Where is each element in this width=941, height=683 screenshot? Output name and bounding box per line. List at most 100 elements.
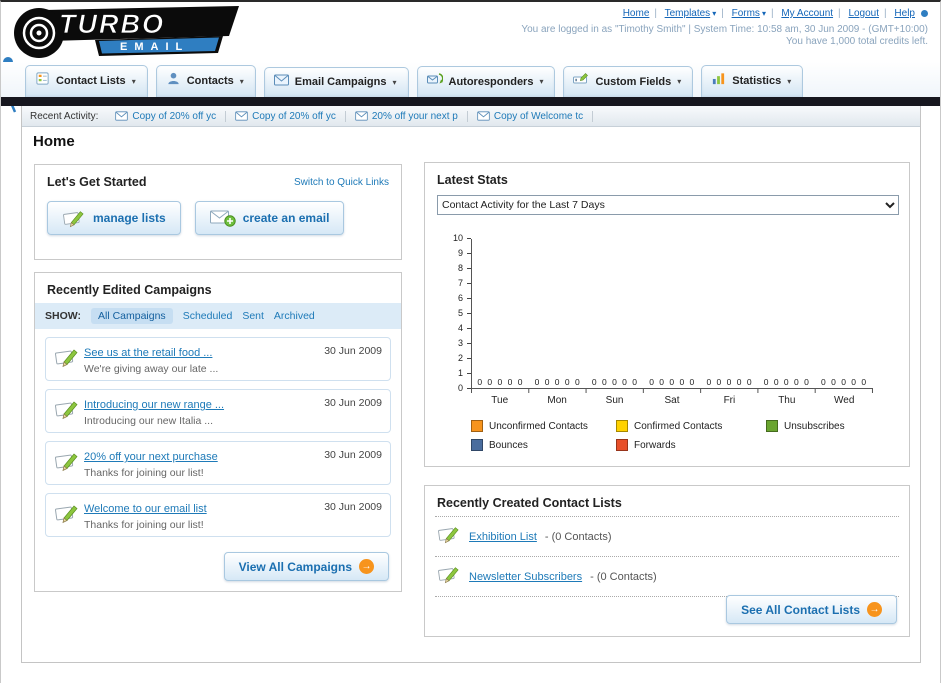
top-link-logout[interactable]: Logout (848, 8, 879, 19)
chart-bar-group: 0 0 0 0 0 (758, 377, 815, 389)
legend-swatch (471, 420, 483, 432)
dropdown-arrow-icon: ▾ (392, 77, 397, 87)
y-axis-tick-label: 10 (452, 233, 463, 243)
legend-swatch (616, 420, 628, 432)
contact-list-row: Newsletter Subscribers - (0 Contacts) (425, 557, 909, 596)
bar-value-labels: 0 0 0 0 0 (477, 376, 524, 387)
bar-value-labels: 0 0 0 0 0 (706, 376, 754, 387)
dropdown-arrow-icon: ▾ (677, 77, 682, 86)
filter-all-campaigns[interactable]: All Campaigns (90, 308, 173, 324)
latest-stats-panel: Latest Stats Contact Activity for the La… (424, 162, 910, 467)
tab-email-campaigns[interactable]: Email Campaigns ▾ (263, 67, 409, 97)
svg-text:EMAIL: EMAIL (120, 41, 189, 53)
campaign-date: 30 Jun 2009 (324, 449, 382, 461)
campaign-title-link[interactable]: See us at the retail food ... (84, 347, 212, 359)
nav-divider-bar (1, 97, 940, 106)
contact-list-count: - (0 Contacts) (544, 530, 612, 543)
campaign-filter-bar: SHOW: All Campaigns Scheduled Sent Archi… (35, 303, 401, 329)
tab-label: Statistics (732, 75, 782, 87)
tab-contact-lists[interactable]: Contact Lists ▾ (25, 65, 148, 97)
x-axis-tick-label: Sun (605, 395, 624, 406)
filter-sent[interactable]: Sent (242, 310, 264, 322)
envelope-icon (477, 111, 490, 121)
credits-info: You have 1,000 total credits left. (786, 36, 928, 47)
envelope-icon (115, 111, 129, 121)
y-axis-tick-label: 3 (457, 338, 463, 348)
legend-swatch (616, 439, 628, 451)
top-link-templates[interactable]: Templates (665, 8, 711, 19)
top-link-help[interactable]: Help (894, 8, 915, 19)
campaign-subtitle: Introducing our new Italia ... (84, 415, 213, 427)
contact-lists-icon (35, 71, 50, 91)
login-info: You are logged in as "Timothy Smith" | S… (521, 24, 928, 35)
see-all-contact-lists-label: See All Contact Lists (741, 602, 860, 617)
y-axis-tick (467, 298, 471, 299)
recent-activity-item[interactable]: Copy of 20% off yc (106, 110, 227, 122)
legend-label: Unconfirmed Contacts (489, 420, 588, 432)
legend-item: Unconfirmed Contacts (471, 420, 616, 432)
see-all-contact-lists-button[interactable]: See All Contact Lists → (726, 595, 897, 624)
top-link-home[interactable]: Home (623, 8, 650, 19)
chart-bar-group: 0 0 0 0 0 (472, 376, 529, 389)
recent-activity-item[interactable]: Copy of Welcome tc (468, 110, 594, 122)
recent-activity-item[interactable]: Copy of 20% off yc (226, 110, 346, 122)
x-axis-tick-label: Sat (664, 395, 680, 406)
stats-range-select[interactable]: Contact Activity for the Last 7 Days (437, 195, 899, 215)
legend-label: Forwards (634, 439, 676, 451)
chart-bar-group: 0 0 0 0 0 (644, 377, 701, 389)
recent-campaigns-panel: Recently Edited Campaigns SHOW: All Camp… (34, 272, 402, 592)
manage-lists-button[interactable]: manage lists (47, 201, 181, 235)
tab-label: Contacts (186, 75, 234, 87)
y-axis-tick (467, 238, 471, 239)
campaign-title-link[interactable]: Introducing our new range ... (84, 399, 224, 411)
list-pencil-icon (437, 524, 461, 549)
filter-archived[interactable]: Archived (274, 310, 315, 322)
tab-custom-fields[interactable]: Custom Fields ▾ (563, 66, 694, 97)
email-campaigns-icon (273, 73, 289, 91)
tab-autoresponders[interactable]: Autoresponders ▾ (416, 66, 556, 97)
top-link-forms[interactable]: Forms (732, 8, 760, 19)
filter-scheduled[interactable]: Scheduled (183, 310, 233, 322)
y-axis-tick (467, 268, 471, 269)
create-email-label: create an email (242, 211, 330, 225)
legend-swatch (766, 420, 778, 432)
campaign-date: 30 Jun 2009 (324, 345, 382, 357)
page-title: Home (33, 133, 75, 150)
legend-item: Confirmed Contacts (616, 420, 766, 432)
tab-label: Autoresponders (448, 75, 534, 88)
app-window: TURBO EMAIL Home | Templates ▾ | Forms ▾ | My… (0, 0, 941, 683)
recent-activity-link[interactable]: Copy of 20% off yc (132, 111, 216, 122)
recent-activity-link[interactable]: Copy of Welcome tc (494, 111, 583, 122)
manage-lists-label: manage lists (93, 211, 166, 225)
switch-quick-links-link[interactable]: Switch to Quick Links (294, 177, 389, 188)
app-logo: TURBO EMAIL (7, 5, 247, 66)
tab-label: Contact Lists (56, 75, 126, 87)
tab-contacts[interactable]: Contacts ▾ (155, 65, 256, 97)
main-content: Recent Activity: Copy of 20% off yc Copy… (21, 106, 921, 663)
divider: | (721, 8, 724, 19)
recent-activity-link[interactable]: Copy of 20% off yc (252, 111, 336, 122)
recent-activity-label: Recent Activity: (30, 110, 99, 122)
recent-activity-item[interactable]: 20% off your next p (346, 110, 468, 122)
tab-statistics[interactable]: Statistics ▾ (701, 65, 804, 97)
main-nav: Contact Lists ▾ Contacts ▾ Email Campaig… (1, 62, 940, 97)
top-link-my-account[interactable]: My Account (781, 8, 833, 19)
dropdown-arrow-icon: ▾ (761, 9, 766, 18)
view-all-campaigns-button[interactable]: View All Campaigns → (223, 552, 389, 581)
y-axis-tick (467, 373, 471, 374)
contact-list-link[interactable]: Newsletter Subscribers (469, 571, 582, 583)
chart-bar-group: 0 0 0 0 0 (816, 377, 873, 389)
envelope-icon (355, 111, 368, 121)
campaign-row: Welcome to our email list Thanks for joi… (45, 493, 391, 537)
contact-list-link[interactable]: Exhibition List (469, 531, 537, 543)
chart-y-axis: 0 1 2 3 4 5 6 7 8 9 10 (435, 234, 471, 393)
recent-activity-link[interactable]: 20% off your next p (372, 111, 458, 122)
legend-item: Unsubscribes (766, 420, 909, 432)
header: TURBO EMAIL Home | Templates ▾ | Forms ▾ | My… (1, 2, 940, 113)
autoresponders-icon (426, 72, 443, 91)
campaign-title-link[interactable]: 20% off your next purchase (84, 451, 218, 463)
campaign-subtitle: Thanks for joining our list! (84, 467, 204, 479)
campaign-title-link[interactable]: Welcome to our email list (84, 503, 207, 515)
create-email-button[interactable]: create an email (194, 201, 345, 235)
campaign-pencil-icon (54, 346, 84, 373)
